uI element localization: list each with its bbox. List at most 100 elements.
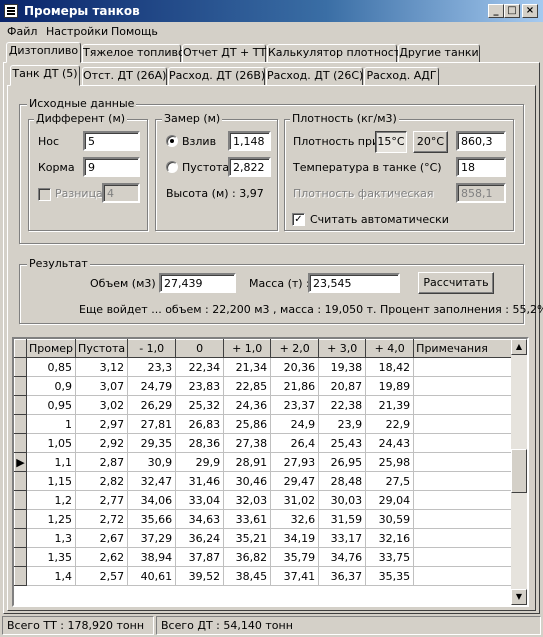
table-cell[interactable]: 35,21 (223, 528, 272, 548)
table-cell[interactable]: 27,5 (365, 471, 415, 491)
table-cell-note[interactable] (413, 566, 525, 586)
table-cell[interactable]: 35,66 (127, 509, 177, 529)
temp-20-button[interactable]: 20°C (413, 131, 448, 153)
table-row[interactable]: 0,95 3,02 26,29 25,32 24,36 23,37 22,38 21,39 (14, 395, 525, 415)
row-indicator[interactable] (14, 509, 27, 529)
row-indicator[interactable] (14, 547, 27, 567)
column-header[interactable]: Примечания (413, 339, 525, 358)
density-input[interactable]: 860,3 (456, 131, 506, 151)
menu-settings[interactable]: Настройки (46, 25, 108, 38)
table-row[interactable]: 1,15 2,82 32,47 31,46 30,46 29,47 28,48 27,5 (14, 471, 525, 491)
tab-service-adg[interactable]: Расход. АДГ (364, 67, 439, 86)
table-cell[interactable]: 21,86 (270, 376, 320, 396)
tab-density-calculator[interactable]: Кальку­лятор плотности (267, 44, 407, 63)
column-header[interactable]: Пустота (75, 339, 129, 358)
table-cell[interactable]: 24,43 (365, 433, 415, 453)
row-indicator[interactable] (14, 566, 27, 586)
table-row[interactable]: 1,25 2,72 35,66 34,63 33,61 32,6 31,59 30,59 (14, 509, 525, 529)
table-cell[interactable]: 20,36 (270, 357, 320, 377)
title-bar[interactable]: Промеры танков _ □ × (0, 0, 543, 22)
table-row[interactable]: 1 2,97 27,81 26,83 25,86 24,9 23,9 22,9 (14, 414, 525, 434)
table-cell[interactable]: 32,03 (223, 490, 272, 510)
table-cell[interactable]: 23,3 (127, 357, 177, 377)
table-cell[interactable]: 2,92 (75, 433, 129, 453)
table-cell-note[interactable] (413, 452, 525, 472)
table-cell[interactable]: 39,52 (175, 566, 225, 586)
table-cell[interactable]: 30,59 (365, 509, 415, 529)
table-cell[interactable]: 1,2 (26, 490, 77, 510)
table-cell[interactable]: 24,36 (223, 395, 272, 415)
table-row[interactable]: 1,35 2,62 38,94 37,87 36,82 35,79 34,76 33,75 (14, 547, 525, 567)
tab-tank-dt5[interactable]: Танк ДТ (5) (10, 65, 80, 86)
row-indicator[interactable] (14, 471, 27, 491)
table-cell-note[interactable] (413, 433, 525, 453)
table-cell[interactable]: 1 (26, 414, 77, 434)
close-button[interactable]: × (522, 4, 538, 18)
table-cell[interactable]: 0,85 (26, 357, 77, 377)
table-cell[interactable]: 24,9 (270, 414, 320, 434)
table-cell-note[interactable] (413, 376, 525, 396)
column-header[interactable]: - 1,0 (127, 339, 177, 358)
table-cell[interactable]: 27,38 (223, 433, 272, 453)
table-cell[interactable]: 22,34 (175, 357, 225, 377)
scroll-down-button[interactable]: ▼ (511, 589, 527, 605)
auto-calc-checkbox[interactable]: ✓ (292, 213, 305, 226)
table-cell-note[interactable] (413, 471, 525, 491)
table-cell[interactable]: 37,41 (270, 566, 320, 586)
table-cell[interactable]: 38,45 (223, 566, 272, 586)
table-cell-note[interactable] (413, 509, 525, 529)
table-cell[interactable]: 32,6 (270, 509, 320, 529)
table-cell[interactable]: 35,79 (270, 547, 320, 567)
table-cell[interactable]: 28,48 (318, 471, 367, 491)
current-row-indicator[interactable]: ▶ (14, 452, 27, 472)
table-cell[interactable]: 2,57 (75, 566, 129, 586)
table-cell[interactable]: 31,59 (318, 509, 367, 529)
tab-service-26b[interactable]: Расход. ДТ (26В) (168, 67, 265, 86)
table-cell[interactable]: 23,9 (318, 414, 367, 434)
table-cell[interactable]: 33,75 (365, 547, 415, 567)
empty-label[interactable]: Пустота (182, 161, 229, 174)
table-cell-note[interactable] (413, 414, 525, 434)
table-cell[interactable]: 29,9 (175, 452, 225, 472)
tab-settling-26a[interactable]: Отст. ДТ (26А) (82, 67, 167, 86)
table-row[interactable]: 1,05 2,92 29,35 28,36 27,38 26,4 25,43 24,43 (14, 433, 525, 453)
table-cell[interactable]: 1,25 (26, 509, 77, 529)
column-header[interactable]: + 1,0 (223, 339, 272, 358)
table-cell[interactable]: 19,38 (318, 357, 367, 377)
table-cell[interactable]: 1,1 (26, 452, 77, 472)
table-cell[interactable]: 25,98 (365, 452, 415, 472)
ullage-radio[interactable] (166, 135, 178, 147)
table-cell[interactable]: 29,04 (365, 490, 415, 510)
table-row[interactable]: 0,85 3,12 23,3 22,34 21,34 20,36 19,38 18,42 (14, 357, 525, 377)
table-cell[interactable]: 2,72 (75, 509, 129, 529)
vertical-scrollbar[interactable]: ▲ ▼ (511, 339, 527, 605)
table-row[interactable]: 0,9 3,07 24,79 23,83 22,85 21,86 20,87 19,89 (14, 376, 525, 396)
table-cell[interactable]: 25,86 (223, 414, 272, 434)
table-cell[interactable]: 20,87 (318, 376, 367, 396)
table-cell[interactable]: 2,67 (75, 528, 129, 548)
table-cell[interactable]: 29,35 (127, 433, 177, 453)
table-cell[interactable]: 2,82 (75, 471, 129, 491)
table-cell[interactable]: 2,97 (75, 414, 129, 434)
tab-report[interactable]: Отчет ДТ + ТТ (182, 44, 266, 63)
table-cell[interactable]: 26,95 (318, 452, 367, 472)
table-cell[interactable]: 18,42 (365, 357, 415, 377)
column-header[interactable]: 0 (175, 339, 225, 358)
table-cell[interactable]: 32,47 (127, 471, 177, 491)
table-cell[interactable]: 0,9 (26, 376, 77, 396)
table-cell[interactable]: 36,82 (223, 547, 272, 567)
table-cell-note[interactable] (413, 395, 525, 415)
row-indicator[interactable] (14, 414, 27, 434)
table-cell[interactable]: 27,81 (127, 414, 177, 434)
table-cell[interactable]: 37,29 (127, 528, 177, 548)
table-cell[interactable]: 22,85 (223, 376, 272, 396)
table-cell[interactable]: 23,37 (270, 395, 320, 415)
maximize-button[interactable]: □ (504, 4, 520, 18)
table-cell[interactable]: 2,62 (75, 547, 129, 567)
tank-table[interactable]: Промер Пустота - 1,0 0 + 1,0 + 2,0 + 3,0… (12, 337, 529, 607)
table-cell[interactable]: 1,3 (26, 528, 77, 548)
table-cell[interactable]: 22,9 (365, 414, 415, 434)
table-cell[interactable]: 33,04 (175, 490, 225, 510)
row-indicator[interactable] (14, 395, 27, 415)
column-header[interactable]: Промер (25, 339, 77, 358)
